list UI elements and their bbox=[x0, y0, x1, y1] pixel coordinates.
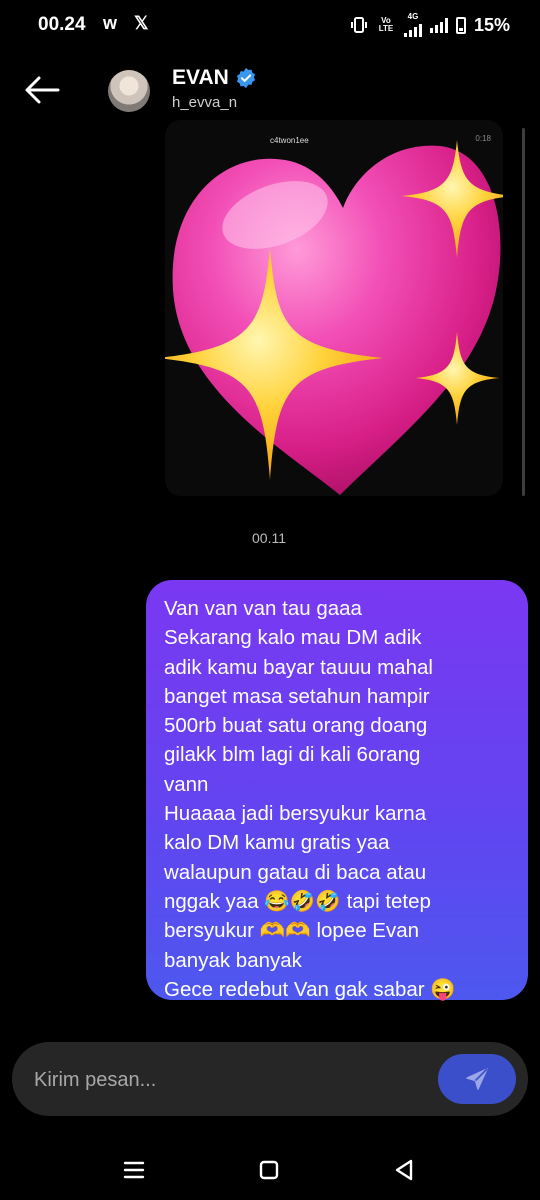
vibrate-icon bbox=[350, 17, 367, 33]
send-button[interactable] bbox=[438, 1054, 516, 1104]
message-line: walaupun gatau di baca atau bbox=[164, 860, 427, 884]
battery-icon bbox=[455, 16, 466, 34]
message-input[interactable] bbox=[32, 1060, 436, 1100]
avatar[interactable] bbox=[108, 70, 150, 112]
home-icon bbox=[259, 1160, 279, 1180]
status-right-group: Vo LTE 4G 15% bbox=[350, 13, 510, 37]
recents-icon bbox=[123, 1161, 145, 1179]
arrow-left-icon bbox=[25, 76, 60, 104]
message-line: banget masa setahun hampir bbox=[164, 684, 430, 708]
contact-name-text: EVAN bbox=[172, 66, 229, 89]
signal-bars-icon bbox=[403, 21, 422, 37]
message-line: vann bbox=[164, 772, 209, 796]
system-navbar bbox=[0, 1140, 540, 1200]
scrollbar[interactable] bbox=[522, 128, 525, 496]
message-timestamp-text: 00.11 bbox=[252, 530, 286, 546]
message-line: adik kamu bayar tauuu mahal bbox=[164, 655, 433, 679]
verified-badge-icon bbox=[236, 67, 255, 89]
outgoing-message-bubble[interactable]: Van van van tau gaaa Sekarang kalo mau D… bbox=[146, 580, 528, 1001]
back-icon bbox=[395, 1159, 413, 1181]
message-line: kalo DM kamu gratis yaa bbox=[164, 831, 390, 855]
status-bar: 00.24 w 𝕏 Vo LTE 4G 15% bbox=[0, 0, 540, 48]
mobile-signal-1: 4G bbox=[403, 12, 422, 37]
message-line: Sekarang kalo mau DM adik bbox=[164, 626, 422, 650]
battery-percent: 15% bbox=[473, 14, 510, 35]
contact-name[interactable]: EVAN bbox=[172, 66, 257, 90]
send-icon bbox=[466, 1068, 488, 1090]
message-line: nggak yaa 😂🤣🤣 tapi tetep bbox=[164, 889, 431, 913]
message-line: bersyukur 🫶🫶 lopee Evan bbox=[164, 919, 420, 943]
shared-post-time: 0:18 bbox=[475, 134, 491, 143]
signal-bars-icon-2 bbox=[429, 17, 448, 33]
message-timestamp: 00.11 bbox=[0, 530, 540, 546]
volte-label: Vo LTE bbox=[378, 16, 394, 33]
message-composer bbox=[12, 1042, 528, 1116]
message-line: Gece redebut Van gak sabar 😜 bbox=[164, 977, 456, 1001]
message-line: Van van van tau gaaa bbox=[164, 597, 362, 620]
back-button[interactable] bbox=[22, 74, 62, 106]
contact-handle: h_evva_n bbox=[172, 94, 238, 111]
chat-header: EVAN h_evva_n bbox=[0, 56, 540, 126]
notification-icons: w 𝕏 bbox=[103, 13, 155, 33]
status-time: 00.24 bbox=[38, 14, 86, 35]
sparkling-heart-sticker bbox=[165, 140, 503, 495]
shared-post-username: c4twon1ee bbox=[270, 136, 309, 145]
message-line: gilakk blm lagi di kali 6orang bbox=[164, 743, 421, 767]
home-button[interactable] bbox=[249, 1154, 289, 1186]
message-line: Huaaaa jadi bersyukur karna bbox=[164, 802, 427, 826]
shared-sticker-message[interactable]: c4twon1ee 0:18 bbox=[165, 120, 503, 496]
nav-back-button[interactable] bbox=[384, 1154, 424, 1186]
message-line: banyak banyak bbox=[164, 948, 302, 972]
network-type-label: 4G bbox=[407, 12, 419, 21]
recents-button[interactable] bbox=[114, 1154, 154, 1186]
message-line: 500rb buat satu orang doang bbox=[164, 714, 428, 738]
